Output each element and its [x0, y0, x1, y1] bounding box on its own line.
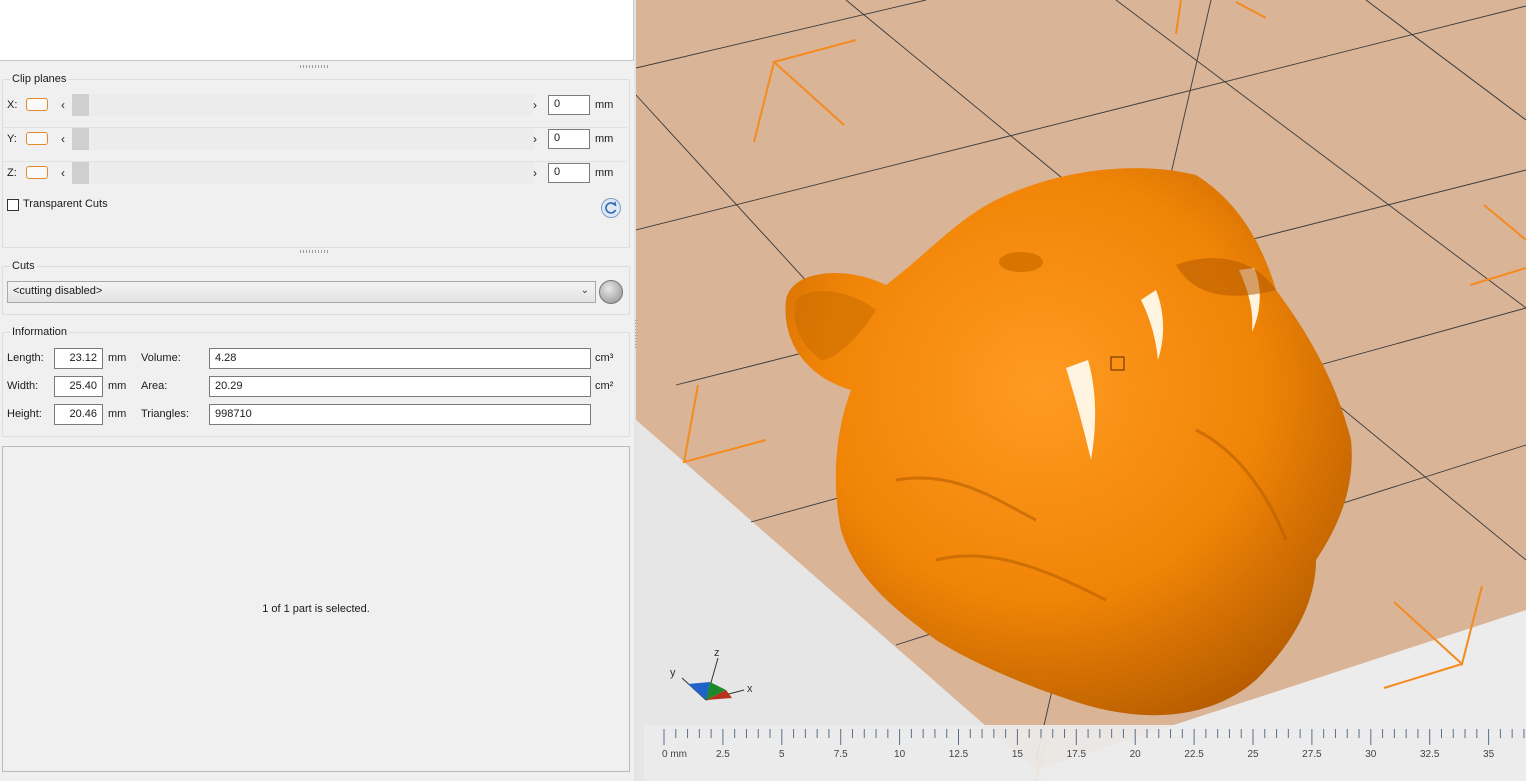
clip-z-slider[interactable]: [72, 162, 534, 184]
selection-status-panel: 1 of 1 part is selected.: [2, 446, 630, 772]
clip-z-toggle[interactable]: [26, 166, 48, 179]
measure-ruler: 0 mm 2.5 5 7.5 10 12.5 15 17.5 20 22.5 25 27.5 30 32.…: [644, 725, 1526, 781]
clip-z-unit: mm: [595, 167, 614, 179]
transparent-cuts-checkbox[interactable]: [7, 199, 19, 211]
clip-y-decrease-button[interactable]: ‹: [58, 132, 68, 146]
ruler-label: 22.5: [1184, 749, 1204, 760]
clip-planes-title: Clip planes: [10, 73, 69, 85]
clip-x-unit: mm: [595, 99, 614, 111]
clip-z-label: Z:: [7, 167, 17, 179]
ruler-label: 2.5: [716, 749, 730, 760]
volume-value: 4.28: [209, 348, 591, 369]
3d-viewport[interactable]: z y x 0 mm 2.5 5 7.5 10 12.5 15 17.5 20 22.5 25 27.…: [636, 0, 1526, 781]
ruler-label: 35: [1483, 749, 1495, 760]
clip-y-slider[interactable]: [72, 128, 534, 150]
clip-y-toggle[interactable]: [26, 132, 48, 145]
selection-status-text: 1 of 1 part is selected.: [262, 603, 370, 615]
ruler-label: 20: [1130, 749, 1142, 760]
panel-resize-grip[interactable]: [300, 250, 328, 253]
width-value: 25.40: [54, 376, 103, 397]
volume-label: Volume:: [141, 352, 181, 364]
height-label: Height:: [7, 408, 42, 420]
width-label: Width:: [7, 380, 39, 392]
length-unit: mm: [108, 352, 127, 364]
clip-z-slider-thumb[interactable]: [72, 162, 89, 184]
ruler-label: 27.5: [1302, 749, 1322, 760]
reset-icon: [605, 201, 617, 214]
clip-x-label: X:: [7, 99, 18, 111]
ruler-label: 10: [894, 749, 906, 760]
ruler-label: 17.5: [1067, 749, 1087, 760]
transparent-cuts-label[interactable]: Transparent Cuts: [23, 198, 108, 210]
ruler-label: 32.5: [1420, 749, 1440, 760]
viewport-canvas[interactable]: z y x 0 mm 2.5 5 7.5 10 12.5 15 17.5 20 22.5 25 27.…: [636, 0, 1526, 781]
axis-y-label: y: [670, 667, 676, 679]
clip-x-value-input[interactable]: 0: [548, 95, 590, 115]
volume-unit: cm³: [595, 352, 614, 364]
cuts-select[interactable]: <cutting disabled> ⌄: [7, 281, 596, 303]
ruler-label: 15: [1012, 749, 1024, 760]
clip-z-increase-button[interactable]: ›: [530, 166, 540, 180]
bottom-toolbar-strip: [0, 772, 636, 781]
height-unit: mm: [108, 408, 127, 420]
ruler-label: 12.5: [949, 749, 969, 760]
ruler-label: 30: [1365, 749, 1377, 760]
width-unit: mm: [108, 380, 127, 392]
clip-y-label: Y:: [7, 133, 17, 145]
clip-z-value-input[interactable]: 0: [548, 163, 590, 183]
top-list-area: [0, 0, 634, 61]
cut-tool-button[interactable]: [599, 280, 623, 304]
information-title: Information: [10, 326, 70, 338]
ruler-label: 25: [1247, 749, 1259, 760]
axis-z-label: z: [714, 647, 720, 659]
height-value: 20.46: [54, 404, 103, 425]
length-value: 23.12: [54, 348, 103, 369]
clip-x-slider[interactable]: [72, 94, 534, 116]
clip-y-value-input[interactable]: 0: [548, 129, 590, 149]
clip-x-increase-button[interactable]: ›: [530, 98, 540, 112]
axis-x-label: x: [747, 683, 753, 695]
triangles-value: 998710: [209, 404, 591, 425]
cuts-title: Cuts: [10, 260, 37, 272]
cuts-select-value: <cutting disabled>: [13, 285, 103, 297]
area-label: Area:: [141, 380, 168, 392]
clip-x-decrease-button[interactable]: ‹: [58, 98, 68, 112]
chevron-down-icon: ⌄: [580, 285, 589, 296]
clip-y-slider-thumb[interactable]: [72, 128, 89, 150]
ruler-label: 0 mm: [662, 749, 687, 760]
properties-panel: Clip planes X: ‹ › 0 mm Y: ‹ › 0 mm Z: ‹…: [0, 0, 636, 781]
clip-x-toggle[interactable]: [26, 98, 48, 111]
ruler-label: 7.5: [834, 749, 848, 760]
triangles-label: Triangles:: [141, 408, 189, 420]
clip-y-increase-button[interactable]: ›: [530, 132, 540, 146]
ruler-label: 5: [779, 749, 785, 760]
area-unit: cm²: [595, 380, 614, 392]
clip-x-slider-thumb[interactable]: [72, 94, 89, 116]
panel-resize-grip[interactable]: [300, 65, 328, 68]
length-label: Length:: [7, 352, 44, 364]
clip-y-unit: mm: [595, 133, 614, 145]
reset-clip-button[interactable]: [601, 198, 621, 218]
area-value: 20.29: [209, 376, 591, 397]
clip-z-decrease-button[interactable]: ‹: [58, 166, 68, 180]
